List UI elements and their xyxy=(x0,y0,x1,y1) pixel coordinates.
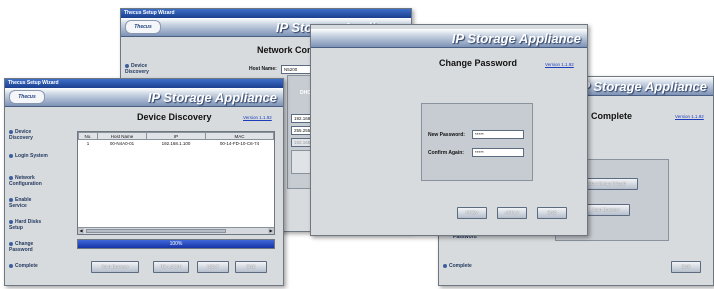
table-row[interactable]: 1 00-N4A0-01 192.168.1.100 00-14-FD-10-C… xyxy=(79,140,274,147)
column-header-host-name[interactable]: Host Name xyxy=(97,132,147,140)
step-complete[interactable]: Complete xyxy=(443,263,472,269)
step-marker-icon xyxy=(125,63,129,68)
scroll-thumb[interactable] xyxy=(86,229,226,233)
page-title: Change Password xyxy=(439,58,518,68)
step-complete[interactable]: Complete xyxy=(9,263,49,269)
step-marker-icon xyxy=(443,263,447,268)
end-button[interactable]: END xyxy=(235,261,267,273)
app-title: IP Storage Appliance xyxy=(147,90,277,105)
host-name-label: Host Name: xyxy=(249,66,277,72)
device-table: No. Host Name IP MAC 1 00-N4A0-01 192.16… xyxy=(78,132,274,146)
device-list[interactable]: No. Host Name IP MAC 1 00-N4A0-01 192.16… xyxy=(77,131,275,235)
header-banner: IP Storage Appliance xyxy=(311,29,587,48)
app-title: IP Storage Appliance xyxy=(577,79,707,94)
end-button[interactable]: END xyxy=(671,261,701,273)
change-password-window: IP Storage Appliance Change Password Ver… xyxy=(310,24,588,236)
scroll-left-icon[interactable]: ◀ xyxy=(78,228,84,234)
step-device-discovery[interactable]: Device Discovery xyxy=(125,63,165,75)
version-link[interactable]: Version 1.1.92 xyxy=(545,62,574,67)
window-title: Thecus Setup Wizard xyxy=(5,79,283,88)
page-title: Device Discovery xyxy=(137,112,212,122)
header-banner: Thecus IP Storage Appliance xyxy=(5,88,283,107)
step-device-discovery[interactable]: Device Discovery xyxy=(9,129,49,141)
step-marker-icon xyxy=(9,175,13,180)
password-group: New Password: ***** Confirm Again: ***** xyxy=(421,103,533,181)
confirm-password-field[interactable]: ***** xyxy=(472,148,524,157)
cell-host-name: 00-N4A0-01 xyxy=(109,140,135,146)
progress-text: 100% xyxy=(169,241,183,247)
app-title: IP Storage Appliance xyxy=(451,31,581,46)
step-marker-icon xyxy=(9,219,13,224)
apply-button[interactable]: APPLY xyxy=(497,207,527,219)
start-browser-button[interactable]: Start Browser xyxy=(582,204,630,216)
version-link[interactable]: Version 1.1.92 xyxy=(243,115,272,120)
horizontal-scrollbar[interactable]: ◀ ▶ xyxy=(78,227,274,234)
column-header-ip[interactable]: IP xyxy=(146,132,206,140)
step-hard-disks-setup[interactable]: Hard Disks Setup xyxy=(9,219,49,231)
prev-button[interactable]: PREV xyxy=(457,207,487,219)
step-network-configuration[interactable]: Network Configuration xyxy=(9,175,59,187)
step-marker-icon xyxy=(9,263,13,268)
thecus-logo: Thecus xyxy=(9,90,45,104)
device-discovery-window: Thecus Setup Wizard Thecus IP Storage Ap… xyxy=(4,78,284,286)
progress-bar: 100% xyxy=(77,239,275,249)
cell-no: 1 xyxy=(86,140,90,146)
new-password-field[interactable]: ***** xyxy=(472,130,524,139)
column-header-no[interactable]: No. xyxy=(78,132,98,140)
step-marker-icon xyxy=(9,129,13,134)
end-button[interactable]: END xyxy=(537,207,567,219)
scroll-right-icon[interactable]: ▶ xyxy=(268,228,274,234)
column-header-mac[interactable]: MAC xyxy=(205,132,274,140)
step-change-password[interactable]: Change Password xyxy=(9,241,49,253)
step-marker-icon xyxy=(9,153,13,158)
next-button[interactable]: NEXT xyxy=(197,261,229,273)
cell-mac: 00-14-FD-10-C6-74 xyxy=(219,140,260,146)
version-link[interactable]: Version 1.1.92 xyxy=(675,114,704,119)
start-browser-button[interactable]: Start Browser xyxy=(91,261,139,273)
step-marker-icon xyxy=(9,241,13,246)
step-marker-icon xyxy=(9,197,13,202)
page-title: Complete xyxy=(591,111,633,121)
cell-ip: 192.168.1.100 xyxy=(161,140,191,146)
step-login-system[interactable]: Login System xyxy=(9,153,49,159)
re-login-button[interactable]: RE-LOGIN xyxy=(153,261,189,273)
thecus-logo: Thecus xyxy=(125,20,161,34)
new-password-label: New Password: xyxy=(428,132,465,138)
step-enable-service[interactable]: Enable Service xyxy=(9,197,49,209)
window-title: Thecus Setup Wizard xyxy=(121,9,411,18)
confirm-password-label: Confirm Again: xyxy=(428,150,464,156)
